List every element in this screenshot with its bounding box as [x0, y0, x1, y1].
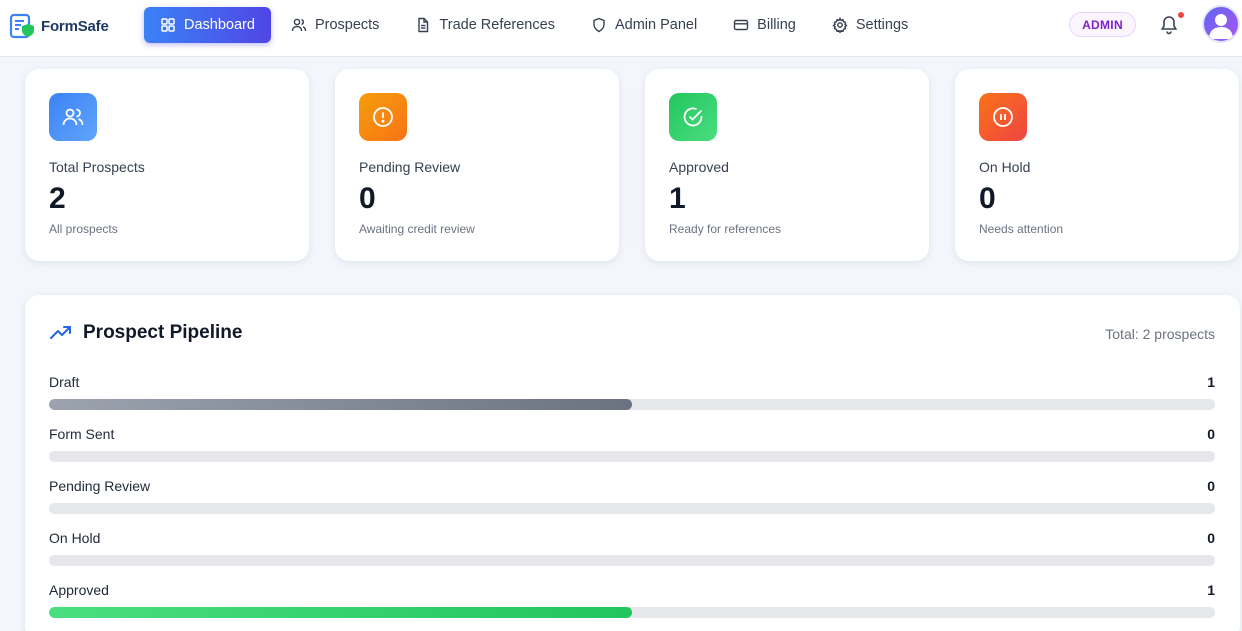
stage-label: Pending Review: [49, 478, 151, 494]
stat-icon-container: [669, 93, 717, 141]
nav-prospects-label: Prospects: [314, 17, 380, 33]
main-nav: Dashboard Prospects Trade References Adm…: [144, 7, 928, 43]
nav-admin-panel[interactable]: Admin Panel: [575, 7, 713, 43]
stage-label: On Hold: [49, 530, 101, 546]
stage-progress-track: [49, 451, 1215, 462]
credit-card-icon: [733, 19, 749, 31]
user-avatar[interactable]: [1202, 5, 1240, 43]
users-icon: [291, 18, 307, 32]
stage-progress-track: [49, 503, 1215, 514]
stat-subtext: Ready for references: [669, 222, 782, 236]
stage-label: Draft: [49, 374, 80, 390]
stat-subtext: Needs attention: [979, 222, 1064, 236]
alert-circle-icon: [373, 107, 393, 127]
trending-up-icon: [50, 326, 71, 339]
stage-progress-track: [49, 607, 1215, 618]
nav-trade-references[interactable]: Trade References: [399, 7, 571, 43]
nav-trade-references-label: Trade References: [439, 17, 555, 33]
nav-settings-label: Settings: [855, 17, 909, 33]
role-badge: ADMIN: [1069, 12, 1136, 37]
stat-label: Approved: [669, 159, 729, 175]
stage-progress-track: [49, 399, 1215, 410]
stat-subtext: All prospects: [49, 222, 118, 236]
stat-label: Total Prospects: [49, 159, 145, 175]
pause-circle-icon: [993, 107, 1013, 127]
stage-count: 1: [1207, 374, 1215, 390]
pipeline-stage-pending-review[interactable]: Pending Review 0: [49, 478, 1215, 518]
stat-card-pending-review[interactable]: Pending Review 0 Awaiting credit review: [335, 69, 619, 261]
formsafe-logo-icon: [9, 13, 34, 39]
stat-card-on-hold[interactable]: On Hold 0 Needs attention: [955, 69, 1239, 261]
pipeline-stage-approved[interactable]: Approved 1: [49, 582, 1215, 622]
stat-value: 1: [669, 182, 686, 215]
stage-label: Approved: [49, 582, 109, 598]
check-circle-icon: [683, 107, 703, 127]
pipeline-title: Prospect Pipeline: [83, 322, 243, 343]
gear-icon: [832, 17, 848, 33]
logo-text: FormSafe: [41, 17, 109, 35]
stat-icon-container: [359, 93, 407, 141]
document-icon: [418, 17, 429, 33]
users-icon: [62, 108, 84, 126]
nav-admin-panel-label: Admin Panel: [614, 17, 698, 33]
pipeline-header: Prospect Pipeline: [49, 321, 242, 345]
dashboard-grid-icon: [161, 18, 175, 32]
nav-dashboard-label: Dashboard: [184, 17, 255, 33]
stage-progress-fill: [49, 399, 632, 410]
nav-prospects[interactable]: Prospects: [275, 7, 395, 43]
nav-billing[interactable]: Billing: [717, 7, 812, 43]
nav-settings[interactable]: Settings: [816, 7, 924, 43]
pipeline-stage-draft[interactable]: Draft 1: [49, 374, 1215, 414]
stage-count: 0: [1207, 478, 1215, 494]
stat-value: 2: [49, 182, 66, 215]
top-navigation-bar: FormSafe Dashboard Prospects Trade Refer…: [0, 0, 1242, 57]
stat-card-total-prospects[interactable]: Total Prospects 2 All prospects: [25, 69, 309, 261]
stat-label: Pending Review: [359, 159, 461, 175]
stat-icon-container: [979, 93, 1027, 141]
pipeline-total: Total: 2 prospects: [1105, 326, 1215, 342]
app-logo[interactable]: FormSafe: [9, 12, 109, 40]
stage-count: 1: [1207, 582, 1215, 598]
stage-label: Form Sent: [49, 426, 115, 442]
pipeline-stage-form-sent[interactable]: Form Sent 0: [49, 426, 1215, 466]
pipeline-stage-on-hold[interactable]: On Hold 0: [49, 530, 1215, 570]
stat-icon-container: [49, 93, 97, 141]
stage-progress-fill: [49, 607, 632, 618]
stage-count: 0: [1207, 530, 1215, 546]
nav-dashboard[interactable]: Dashboard: [144, 7, 271, 43]
user-avatar-icon: [1209, 14, 1233, 39]
stat-value: 0: [359, 182, 376, 215]
stat-subtext: Awaiting credit review: [359, 222, 475, 236]
stage-progress-track: [49, 555, 1215, 566]
stat-value: 0: [979, 182, 996, 215]
shield-icon: [593, 17, 605, 33]
stat-card-approved[interactable]: Approved 1 Ready for references: [645, 69, 929, 261]
stat-label: On Hold: [979, 159, 1031, 175]
stage-count: 0: [1207, 426, 1215, 442]
nav-billing-label: Billing: [757, 17, 796, 33]
notification-dot: [1177, 11, 1185, 19]
prospect-pipeline-panel: Prospect Pipeline Total: 2 prospects Dra…: [25, 295, 1240, 631]
